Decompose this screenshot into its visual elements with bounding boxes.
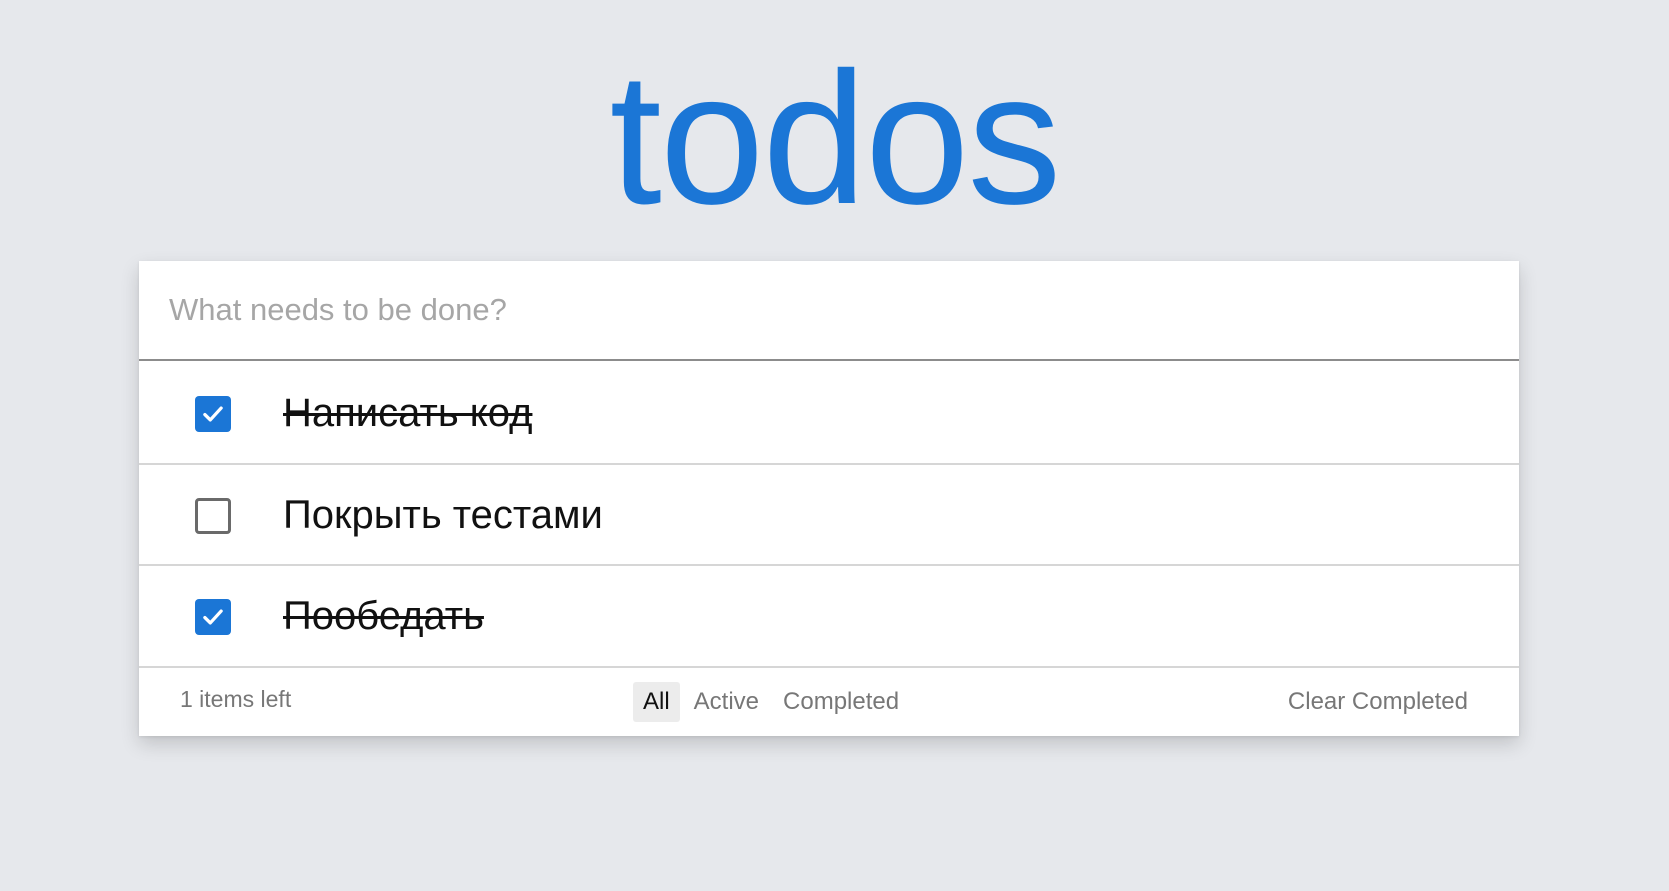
todo-checkbox[interactable]	[195, 396, 231, 432]
todo-item: Написать код	[139, 363, 1519, 465]
filter-active-button[interactable]: Active	[684, 682, 769, 722]
todo-label[interactable]: Написать код	[283, 363, 532, 463]
todo-card: Написать код Покрыть тестами Пообедать 1…	[139, 261, 1519, 736]
filter-bar: All Active Completed	[633, 682, 909, 722]
todo-label[interactable]: Покрыть тестами	[283, 465, 603, 565]
filter-all-button[interactable]: All	[633, 682, 680, 722]
todo-footer: 1 items left All Active Completed Clear …	[139, 667, 1519, 736]
check-icon	[203, 406, 223, 422]
app-title: todos	[609, 33, 1062, 243]
todo-checkbox[interactable]	[195, 599, 231, 635]
todo-item: Пообедать	[139, 566, 1519, 668]
clear-completed-button[interactable]: Clear Completed	[1288, 682, 1468, 722]
new-todo-input[interactable]	[139, 261, 1519, 361]
todo-checkbox[interactable]	[195, 498, 231, 534]
check-icon	[203, 609, 223, 625]
filter-completed-button[interactable]: Completed	[773, 682, 909, 722]
todo-item: Покрыть тестами	[139, 465, 1519, 566]
todo-list: Написать код Покрыть тестами Пообедать	[139, 363, 1519, 668]
todo-label[interactable]: Пообедать	[283, 566, 484, 666]
items-left-count: 1 items left	[180, 686, 292, 712]
